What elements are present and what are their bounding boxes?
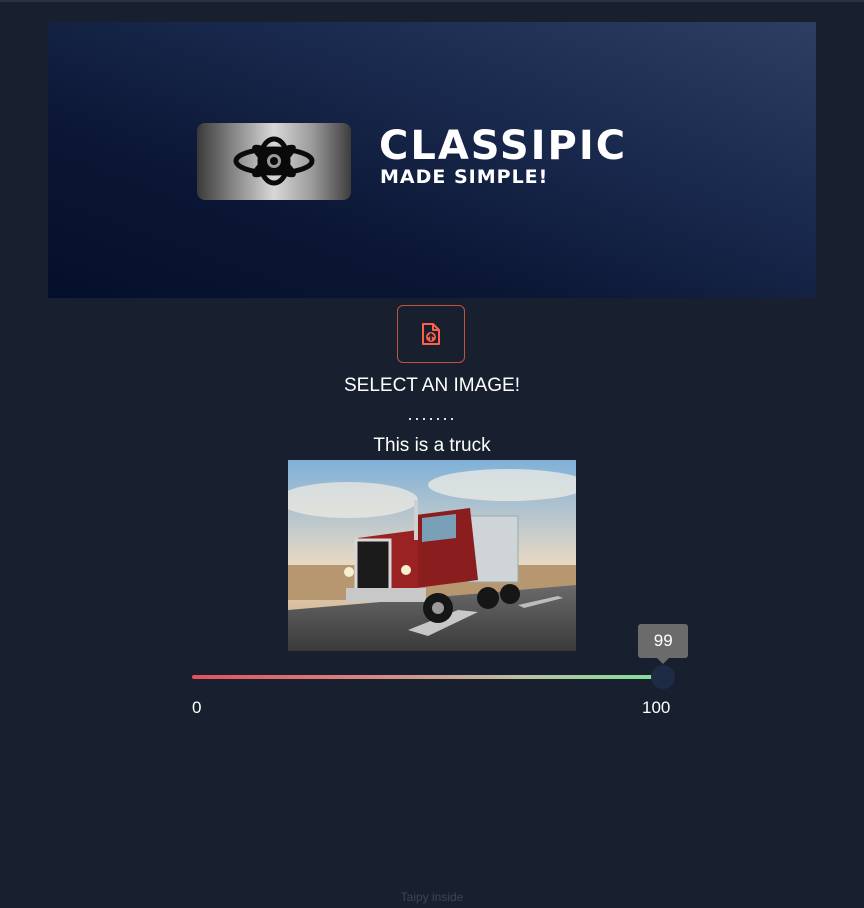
aperture-flower-icon: [233, 136, 315, 186]
file-upload-icon: [422, 323, 440, 345]
footer-text: Taipy inside: [400, 890, 464, 904]
confidence-slider[interactable]: 99: [192, 624, 689, 700]
logo-plate: [197, 123, 351, 200]
slider-track[interactable]: [192, 675, 668, 679]
app-root: CLASSIPIC MADE SIMPLE! SELECT AN IMAGE! …: [0, 0, 864, 908]
uploaded-image: [288, 460, 576, 651]
header-banner: CLASSIPIC MADE SIMPLE!: [48, 22, 816, 298]
slider-value-tooltip: 99: [638, 624, 689, 664]
prediction-text: This is a truck: [373, 435, 491, 456]
top-divider: [0, 0, 864, 2]
slider-max-label: 100: [642, 698, 671, 717]
brand-tagline: MADE SIMPLE!: [380, 166, 549, 188]
separator-dots: .......: [407, 404, 457, 424]
brand-title: CLASSIPIC: [379, 123, 628, 169]
truck-photo: [288, 460, 576, 651]
slider-thumb[interactable]: [651, 665, 676, 689]
upload-button[interactable]: [397, 305, 465, 363]
select-image-label: SELECT AN IMAGE!: [344, 375, 520, 396]
slider-min-label: 0: [192, 698, 202, 717]
